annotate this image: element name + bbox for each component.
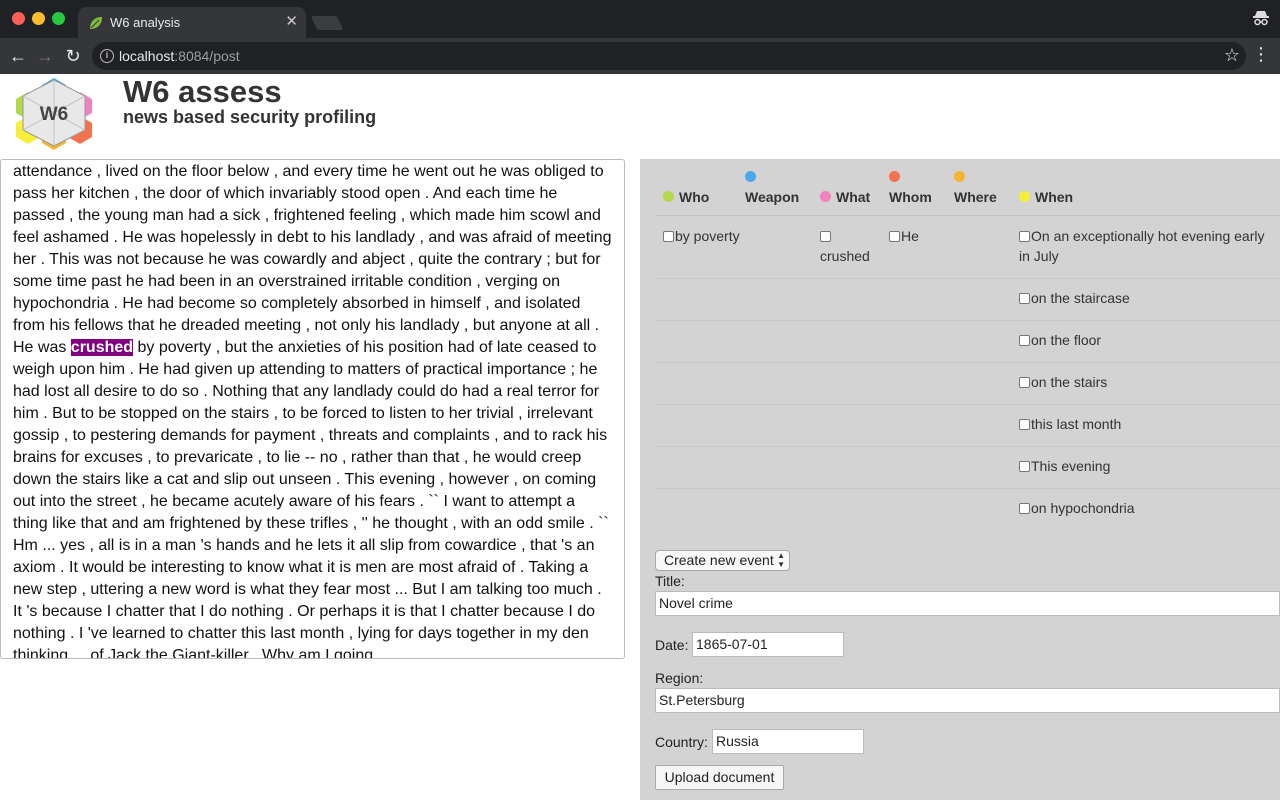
window-minimize-button[interactable] bbox=[32, 12, 45, 25]
country-input[interactable]: Russia bbox=[712, 729, 864, 754]
browser-toolbar: ← → ↻ i localhost:8084/post ☆ ⋮ bbox=[0, 38, 1280, 74]
when-item: This evening bbox=[1019, 456, 1110, 476]
svg-text:W6: W6 bbox=[40, 104, 69, 125]
upload-document-button[interactable]: Upload document bbox=[655, 765, 784, 790]
window-close-button[interactable] bbox=[12, 12, 25, 25]
page-subtitle: news based security profiling bbox=[123, 107, 377, 127]
url-host: localhost bbox=[119, 48, 175, 64]
info-icon[interactable]: i bbox=[100, 49, 114, 63]
whom-dot bbox=[889, 171, 900, 182]
more-menu-icon[interactable]: ⋮ bbox=[1252, 44, 1270, 65]
category-when: When bbox=[1035, 189, 1074, 205]
row-divider bbox=[656, 320, 1280, 321]
event-select[interactable]: Create new event ▲ ▼ bbox=[655, 550, 790, 571]
when-item-checkbox[interactable] bbox=[1019, 419, 1030, 430]
row-divider bbox=[656, 362, 1280, 363]
leaf-icon bbox=[90, 17, 102, 29]
what-item: crushed bbox=[820, 226, 880, 266]
url-text: localhost:8084/post bbox=[119, 48, 240, 64]
category-where: Where bbox=[954, 189, 997, 205]
category-weapon: Weapon bbox=[745, 189, 800, 205]
browser-titlebar: W6 analysis ✕ bbox=[0, 0, 1280, 38]
when-item: this last month bbox=[1019, 414, 1121, 434]
when-item: On an exceptionally hot evening early in… bbox=[1019, 228, 1265, 264]
weapon-dot bbox=[745, 171, 756, 182]
reload-icon[interactable]: ↻ bbox=[61, 44, 85, 68]
text-before: attendance , lived on the floor below , … bbox=[13, 163, 612, 356]
window-maximize-button[interactable] bbox=[52, 12, 65, 25]
tab-title: W6 analysis bbox=[110, 15, 181, 30]
highlighted-word[interactable]: crushed bbox=[70, 339, 134, 356]
country-label: Country: bbox=[655, 734, 708, 750]
row-divider bbox=[656, 278, 1280, 279]
back-arrow-icon[interactable]: ← bbox=[6, 44, 30, 68]
when-item: on the floor bbox=[1019, 330, 1101, 350]
w6-logo: W6 bbox=[16, 78, 92, 150]
region-input[interactable]: St.Petersburg bbox=[655, 688, 1280, 713]
analysis-panel: Who Weapon What Whom Where When by pover… bbox=[640, 159, 1280, 800]
category-who: Who bbox=[679, 189, 710, 205]
row-divider bbox=[656, 404, 1280, 405]
when-item-checkbox[interactable] bbox=[1019, 377, 1030, 388]
when-item: on the staircase bbox=[1019, 288, 1130, 308]
category-whom: Whom bbox=[889, 189, 932, 205]
date-input[interactable]: 1865-07-01 bbox=[692, 632, 844, 657]
who-dot bbox=[663, 191, 674, 202]
text-after: by poverty , but the anxieties of his po… bbox=[13, 339, 609, 659]
when-item-checkbox[interactable] bbox=[1019, 503, 1030, 514]
document-text-panel[interactable]: attendance , lived on the floor below , … bbox=[0, 159, 625, 659]
what-dot bbox=[820, 191, 831, 202]
when-item: on the stairs bbox=[1019, 372, 1107, 392]
where-dot bbox=[954, 171, 965, 182]
when-item-checkbox[interactable] bbox=[1019, 335, 1030, 346]
address-bar[interactable]: i localhost:8084/post ☆ bbox=[92, 42, 1246, 70]
when-item-checkbox[interactable] bbox=[1019, 461, 1030, 472]
date-label: Date: bbox=[655, 637, 689, 653]
when-item: on hypochondria bbox=[1019, 498, 1135, 518]
document-text: attendance , lived on the floor below , … bbox=[1, 160, 624, 659]
select-arrows-icon: ▲ ▼ bbox=[777, 551, 785, 569]
what-item-checkbox[interactable] bbox=[820, 231, 831, 242]
whom-item: He bbox=[889, 226, 949, 246]
when-item-checkbox[interactable] bbox=[1019, 231, 1030, 242]
title-label: Title: bbox=[655, 573, 685, 589]
who-item-checkbox[interactable] bbox=[663, 231, 674, 242]
whom-item-checkbox[interactable] bbox=[889, 231, 900, 242]
row-divider bbox=[656, 488, 1280, 489]
url-path: :8084/post bbox=[174, 48, 240, 64]
when-dot bbox=[1019, 191, 1030, 202]
category-what: What bbox=[836, 189, 871, 205]
browser-tab[interactable]: W6 analysis ✕ bbox=[78, 7, 306, 38]
incognito-icon bbox=[1253, 11, 1269, 26]
row-divider bbox=[656, 446, 1280, 447]
when-item-checkbox[interactable] bbox=[1019, 293, 1030, 304]
region-label: Region: bbox=[655, 670, 704, 686]
title-input[interactable]: Novel crime bbox=[655, 591, 1280, 616]
tab-close-icon[interactable]: ✕ bbox=[285, 12, 298, 30]
bookmark-star-icon[interactable]: ☆ bbox=[1224, 45, 1240, 66]
table-header-divider bbox=[656, 215, 1280, 216]
who-item: by poverty bbox=[663, 226, 753, 246]
new-tab-button[interactable] bbox=[310, 16, 344, 30]
forward-arrow-icon[interactable]: → bbox=[33, 44, 57, 68]
page-title: W6 assess bbox=[123, 74, 282, 109]
